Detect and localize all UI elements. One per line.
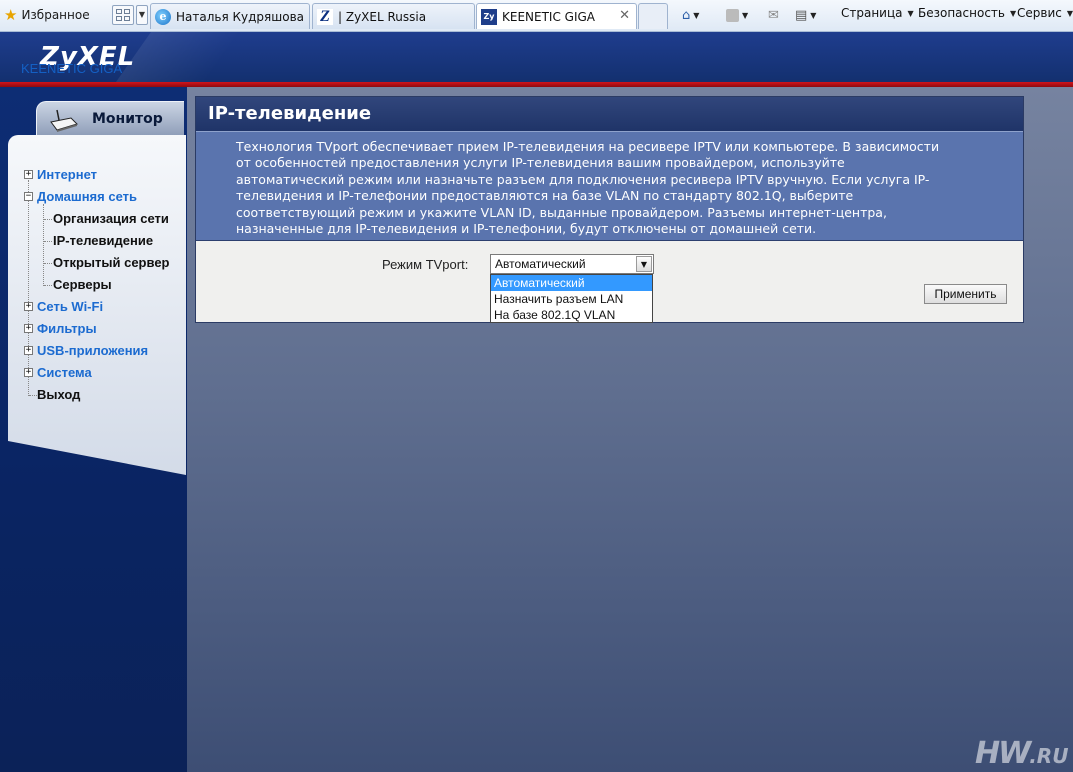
quick-tabs-button[interactable] — [112, 5, 134, 25]
sidebar-item-filters[interactable]: Фильтры — [37, 321, 97, 336]
sidebar-item-servers[interactable]: Серверы — [53, 277, 112, 292]
description-line: Технология TVport обеспечивает прием IP-… — [236, 139, 940, 154]
zyxel-z-icon: Z — [317, 8, 333, 25]
watermark-logo: HW.RU — [975, 736, 1068, 771]
chevron-down-icon: ▼ — [1066, 8, 1073, 18]
router-icon — [50, 109, 78, 132]
page-menu-label: Страница — [841, 6, 903, 20]
browser-tab-active[interactable]: Zy KEENETIC GIGA ✕ — [476, 3, 637, 29]
description-line: назначенные для IP-телевидения и IP-теле… — [236, 221, 817, 237]
page-menu[interactable]: Страница ▼ — [841, 6, 914, 20]
tvport-mode-label: Режим TVport: — [382, 257, 469, 272]
browser-tab[interactable]: e Наталья Кудряшова — [150, 3, 310, 29]
sidebar-item-home-network[interactable]: Домашняя сеть — [37, 189, 137, 204]
favorites-label: Избранное — [21, 8, 90, 22]
sidebar-item-logout[interactable]: Выход — [37, 387, 80, 402]
router-header: ZyXEL — [0, 32, 1073, 82]
tree-line — [43, 204, 44, 286]
tools-menu[interactable]: Сервис ▼ — [1017, 6, 1073, 20]
tree-line — [29, 395, 37, 396]
security-menu[interactable]: Безопасность ▼ — [918, 6, 1016, 20]
expand-icon[interactable]: + — [24, 346, 33, 355]
description-line: от особенностей предоставления услуги IP… — [236, 155, 845, 171]
chevron-down-icon: ▼ — [742, 10, 749, 20]
monitor-tab-label: Монитор — [92, 111, 163, 127]
tab-label: KEENETIC GIGA — [502, 9, 595, 24]
description-text: Технология TVport обеспечивает прием IP-… — [236, 139, 996, 237]
chevron-down-icon: ▼ — [1009, 8, 1017, 18]
rss-icon — [726, 8, 739, 22]
tvport-mode-select[interactable]: Автоматический ▼ — [490, 254, 654, 274]
description-line: соответствующий режим и укажите VLAN ID,… — [236, 204, 887, 220]
apply-button[interactable]: Применить — [924, 284, 1007, 304]
sidebar-item-system[interactable]: Система — [37, 365, 92, 380]
select-value: Автоматический — [495, 257, 586, 271]
expand-icon[interactable]: + — [24, 324, 33, 333]
panel-header: IP-телевидение — [196, 97, 1023, 131]
sidebar-item-network-setup[interactable]: Организация сети — [53, 211, 169, 226]
sidebar-item-internet[interactable]: Интернет — [37, 167, 97, 182]
browser-tab[interactable]: Z | ZyXEL Russia — [312, 3, 475, 29]
sidebar-item-usb-apps[interactable]: USB-приложения — [37, 343, 148, 358]
tree-line — [44, 219, 52, 220]
home-icon: ⌂ — [682, 7, 691, 23]
ie-page-icon: e — [155, 8, 171, 25]
mail-button[interactable]: ✉ — [768, 7, 779, 23]
feeds-button[interactable]: ▼ — [726, 7, 748, 23]
tree-line — [44, 263, 52, 264]
tab-list-dropdown[interactable]: ▼ — [136, 5, 148, 25]
sidebar-item-iptv[interactable]: IP-телевидение — [53, 233, 153, 248]
printer-icon: ▤ — [795, 7, 808, 23]
favorites-button[interactable]: ★ Избранное — [4, 4, 90, 26]
tvport-mode-dropdown: Автоматический Назначить разъем LAN На б… — [490, 274, 653, 323]
tools-menu-label: Сервис — [1017, 6, 1062, 20]
tree-line — [28, 180, 29, 396]
sidebar-item-wifi[interactable]: Сеть Wi-Fi — [37, 299, 103, 314]
description-line: автоматический режим или назначьте разъе… — [236, 171, 930, 187]
description-line: телевидения и IP-телефонии предоставляют… — [236, 188, 854, 204]
expand-icon[interactable]: + — [24, 170, 33, 179]
expand-icon[interactable]: + — [24, 302, 33, 311]
description-box: Технология TVport обеспечивает прием IP-… — [196, 131, 1023, 241]
chevron-down-icon: ▼ — [907, 8, 914, 18]
chevron-down-icon: ▼ — [810, 10, 817, 20]
watermark-main: HW — [975, 736, 1031, 771]
new-tab-button[interactable] — [638, 3, 668, 29]
chevron-down-icon: ▼ — [693, 10, 700, 20]
collapse-icon[interactable]: − — [24, 192, 33, 201]
tree-line — [44, 241, 52, 242]
page-title: IP-телевидение — [208, 103, 372, 124]
mail-icon: ✉ — [768, 7, 779, 23]
star-icon: ★ — [4, 6, 18, 24]
option-automatic[interactable]: Автоматический — [491, 275, 652, 291]
option-assign-lan[interactable]: Назначить разъем LAN — [491, 291, 652, 307]
tab-label: Наталья Кудряшова — [176, 9, 304, 24]
security-menu-label: Безопасность — [918, 6, 1005, 20]
print-button[interactable]: ▤ ▼ — [795, 7, 816, 23]
watermark-suffix: .RU — [1029, 744, 1069, 768]
monitor-tab[interactable]: Монитор — [36, 101, 184, 137]
browser-toolbar: ★ Избранное ▼ e Наталья Кудряшова Z | Zy… — [0, 0, 1073, 32]
close-icon[interactable]: ✕ — [619, 8, 630, 23]
option-vlan[interactable]: На базе 802.1Q VLAN — [491, 307, 652, 323]
sidebar-item-open-server[interactable]: Открытый сервер — [53, 255, 170, 270]
expand-icon[interactable]: + — [24, 368, 33, 377]
zyxel-favicon: Zy — [481, 8, 497, 25]
device-name: KEENETIC GIGA — [21, 61, 123, 76]
tab-label: | ZyXEL Russia — [338, 9, 427, 24]
tree-line — [44, 285, 52, 286]
chevron-down-icon[interactable]: ▼ — [636, 256, 652, 272]
home-button[interactable]: ⌂ ▼ — [682, 7, 699, 23]
